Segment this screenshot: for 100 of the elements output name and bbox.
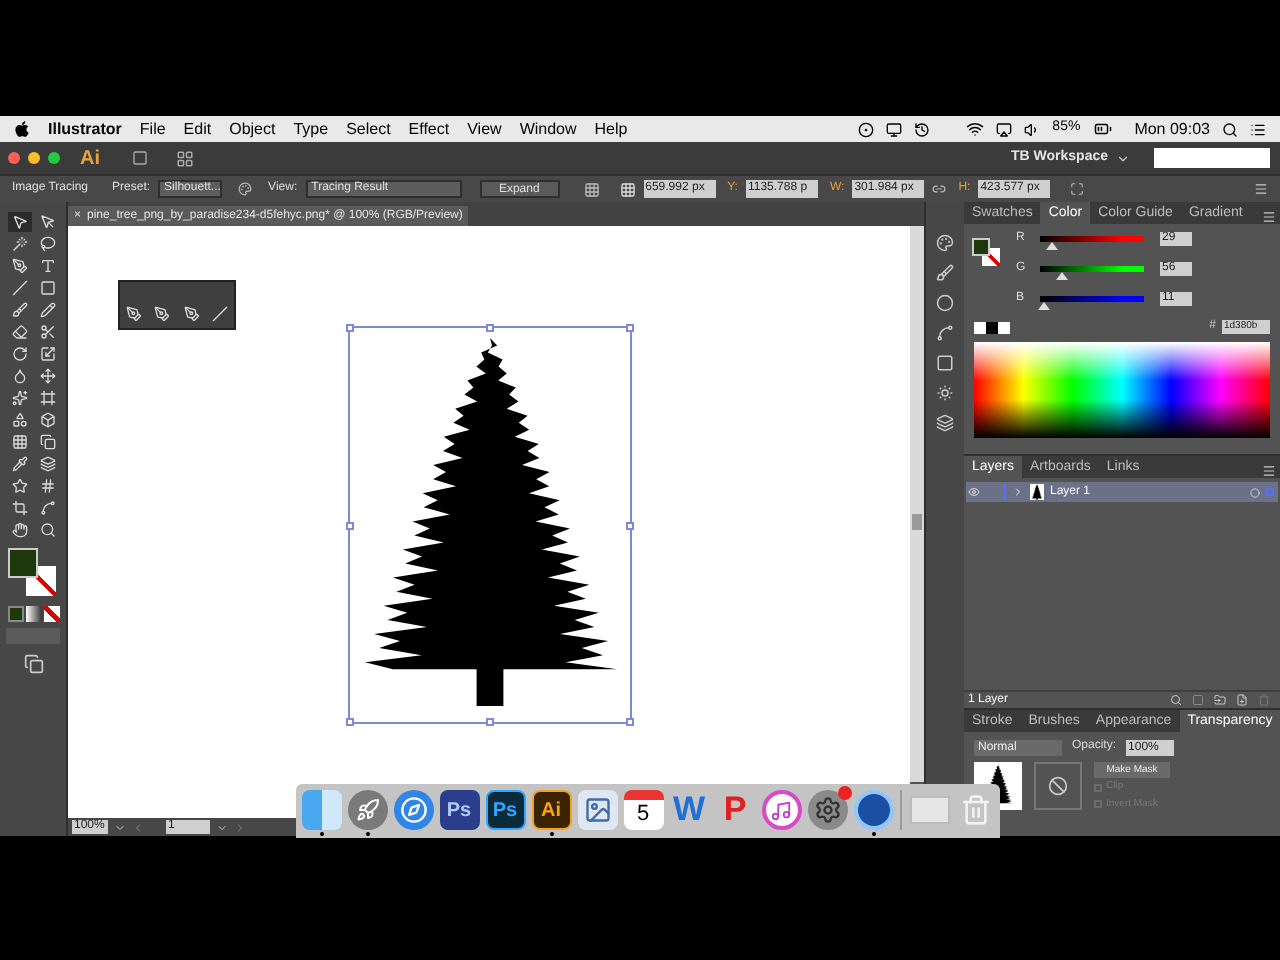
tool-button[interactable]	[7, 344, 31, 364]
tool-button[interactable]	[35, 366, 59, 386]
photo-icon[interactable]	[577, 790, 617, 830]
menu-item[interactable]: View	[467, 117, 502, 141]
tool-button[interactable]	[35, 432, 59, 452]
tool-button[interactable]	[35, 454, 59, 474]
reference-point-icon[interactable]	[619, 181, 636, 197]
screen-mode-icon[interactable]	[23, 654, 43, 674]
tool-button[interactable]	[7, 454, 31, 474]
fill-stroke-swatches[interactable]	[972, 238, 1000, 266]
tool-button[interactable]	[35, 410, 59, 430]
panel-menu-icon[interactable]	[1262, 210, 1276, 224]
battery-icon[interactable]	[1092, 120, 1115, 138]
display-icon[interactable]	[886, 121, 903, 137]
slider-thumb[interactable]	[1038, 302, 1051, 310]
app-tile[interactable]: Ps	[485, 790, 525, 830]
tool-button[interactable]	[35, 234, 59, 254]
swatches-icon[interactable]	[936, 234, 954, 252]
arrange-documents-icon[interactable]	[176, 149, 194, 167]
tool-button[interactable]	[35, 300, 59, 320]
default-swatches[interactable]	[974, 321, 1010, 333]
status-icon[interactable]	[858, 121, 875, 137]
eye-icon[interactable]	[968, 486, 980, 498]
clipping-mask-icon[interactable]	[1192, 694, 1204, 706]
menu-clock[interactable]: Mon 09:03	[1134, 117, 1210, 141]
search-icon[interactable]	[1222, 121, 1238, 137]
list-icon[interactable]	[1250, 121, 1266, 137]
align-icon[interactable]	[583, 181, 600, 197]
app-tile[interactable]: Ai	[531, 790, 571, 830]
stroke-icon[interactable]	[936, 324, 954, 342]
tracing-panel-icon[interactable]	[238, 182, 253, 196]
resize-handle[interactable]	[346, 324, 354, 332]
menu-item[interactable]: Help	[594, 117, 628, 141]
rocket-icon[interactable]	[347, 790, 387, 830]
caret-icon[interactable]	[1116, 151, 1130, 165]
gradient-mode-button[interactable]	[25, 606, 41, 622]
fill-stroke-swatches[interactable]	[7, 548, 59, 600]
gradient-icon[interactable]	[936, 354, 954, 372]
apple-logo-icon[interactable]	[14, 120, 30, 138]
tool-button[interactable]	[7, 388, 31, 408]
minimize-window-button[interactable]	[28, 152, 40, 164]
tool-button[interactable]	[7, 410, 31, 430]
calendar-tile[interactable]: 5	[623, 790, 663, 830]
new-sublayer-icon[interactable]	[1214, 694, 1226, 706]
menu-item[interactable]: Edit	[183, 117, 212, 141]
clock-icon[interactable]	[914, 121, 931, 137]
menu-item[interactable]: Type	[293, 117, 329, 141]
pen-tool-icon[interactable]	[183, 306, 200, 322]
gear-icon[interactable]	[807, 790, 847, 830]
airplay-icon[interactable]	[996, 121, 1013, 137]
appearance-icon[interactable]	[936, 384, 954, 402]
mask-thumbnail[interactable]	[1034, 762, 1082, 810]
maximize-window-button[interactable]	[48, 152, 60, 164]
tool-button[interactable]	[7, 212, 31, 232]
tool-button[interactable]	[7, 498, 31, 518]
tool-button[interactable]	[35, 520, 59, 540]
search-field[interactable]	[1154, 148, 1270, 168]
pen-tool-icon[interactable]	[126, 306, 143, 322]
pen-tool-icon[interactable]	[154, 306, 171, 322]
wifi-icon[interactable]	[966, 120, 985, 138]
transform-icon[interactable]	[1070, 182, 1085, 196]
menu-item[interactable]: Window	[519, 117, 577, 141]
menu-item[interactable]: Select	[346, 117, 391, 141]
graphic-styles-icon[interactable]	[936, 414, 954, 432]
caret-icon[interactable]	[114, 821, 126, 833]
resize-handle[interactable]	[486, 718, 494, 726]
quicktime-icon[interactable]	[853, 790, 893, 830]
tool-button[interactable]	[7, 300, 31, 320]
resize-handle[interactable]	[346, 521, 354, 529]
tool-button[interactable]	[7, 278, 31, 298]
tool-button[interactable]	[35, 388, 59, 408]
slider-thumb[interactable]	[1056, 272, 1069, 280]
slider-thumb[interactable]	[1045, 242, 1058, 250]
brush-icon[interactable]	[936, 264, 954, 282]
resize-handle[interactable]	[486, 324, 494, 332]
anchor-point-icon[interactable]	[211, 306, 228, 322]
scrollbar-thumb[interactable]	[912, 514, 922, 530]
symbols-icon[interactable]	[936, 294, 954, 312]
tool-button[interactable]	[35, 344, 59, 364]
app-tile[interactable]: Ps	[439, 790, 479, 830]
resize-handle[interactable]	[626, 718, 634, 726]
tool-button[interactable]	[7, 476, 31, 496]
tool-button[interactable]	[7, 432, 31, 452]
resize-handle[interactable]	[626, 521, 634, 529]
tool-button[interactable]	[7, 520, 31, 540]
tool-button[interactable]	[7, 322, 31, 342]
close-window-button[interactable]	[8, 152, 20, 164]
menu-item[interactable]: Effect	[408, 117, 450, 141]
menu-item[interactable]: Illustrator	[48, 117, 122, 141]
color-mode-button[interactable]	[7, 606, 23, 622]
new-layer-icon[interactable]	[1236, 694, 1248, 706]
none-mode-button[interactable]	[43, 606, 59, 622]
bridge-icon[interactable]	[132, 150, 148, 166]
link-icon[interactable]	[932, 182, 947, 196]
tool-button[interactable]	[35, 212, 59, 232]
resize-handle[interactable]	[626, 324, 634, 332]
panel-menu-icon[interactable]	[1262, 464, 1276, 478]
panel-menu-icon[interactable]	[1254, 182, 1268, 196]
volume-icon[interactable]	[1024, 121, 1041, 137]
tool-button[interactable]	[35, 498, 59, 518]
